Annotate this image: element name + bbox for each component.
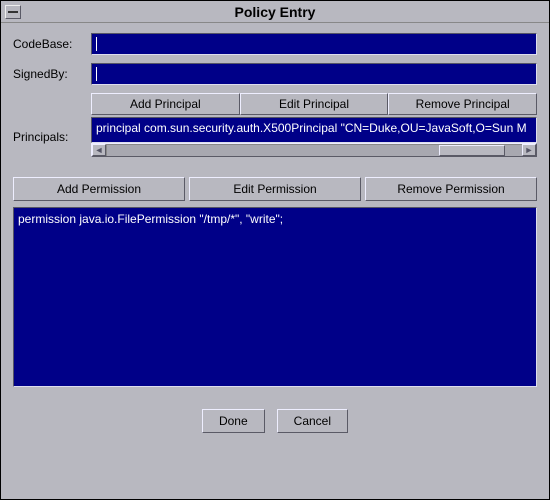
principal-buttons: Add Principal Edit Principal Remove Prin… <box>91 93 537 115</box>
principals-label: Principals: <box>13 117 91 157</box>
edit-principal-button[interactable]: Edit Principal <box>240 93 389 115</box>
scroll-track[interactable] <box>106 144 522 156</box>
caret-icon <box>96 67 97 81</box>
codebase-row: CodeBase: <box>13 33 537 55</box>
signedby-label: SignedBy: <box>13 67 91 81</box>
add-principal-button[interactable]: Add Principal <box>91 93 240 115</box>
principals-row: Principals: principal com.sun.security.a… <box>13 117 537 157</box>
signedby-row: SignedBy: <box>13 63 537 85</box>
done-button[interactable]: Done <box>202 409 265 433</box>
edit-permission-button[interactable]: Edit Permission <box>189 177 361 201</box>
permission-buttons: Add Permission Edit Permission Remove Pe… <box>13 177 537 201</box>
bottom-buttons: Done Cancel <box>13 409 537 433</box>
list-item[interactable]: principal com.sun.security.auth.X500Prin… <box>96 121 532 135</box>
remove-permission-button[interactable]: Remove Permission <box>365 177 537 201</box>
codebase-input[interactable] <box>91 33 537 55</box>
window-title: Policy Entry <box>235 4 316 20</box>
scroll-right-icon[interactable]: ► <box>522 144 536 156</box>
scroll-left-icon[interactable]: ◄ <box>92 144 106 156</box>
principals-list-wrap: principal com.sun.security.auth.X500Prin… <box>91 117 537 157</box>
signedby-input[interactable] <box>91 63 537 85</box>
principals-hscrollbar[interactable]: ◄ ► <box>91 143 537 157</box>
caret-icon <box>96 37 97 51</box>
content-area: CodeBase: SignedBy: Add Principal Edit P… <box>1 23 549 499</box>
cancel-button[interactable]: Cancel <box>277 409 348 433</box>
add-permission-button[interactable]: Add Permission <box>13 177 185 201</box>
minimize-icon <box>8 11 18 13</box>
list-item[interactable]: permission java.io.FilePermission "/tmp/… <box>18 212 532 226</box>
scroll-thumb[interactable] <box>439 145 505 156</box>
codebase-label: CodeBase: <box>13 37 91 51</box>
titlebar: Policy Entry <box>1 1 549 23</box>
remove-principal-button[interactable]: Remove Principal <box>388 93 537 115</box>
principals-list[interactable]: principal com.sun.security.auth.X500Prin… <box>91 117 537 143</box>
permissions-list[interactable]: permission java.io.FilePermission "/tmp/… <box>13 207 537 387</box>
policy-entry-window: Policy Entry CodeBase: SignedBy: Add Pri… <box>0 0 550 500</box>
window-menu-button[interactable] <box>5 5 21 19</box>
